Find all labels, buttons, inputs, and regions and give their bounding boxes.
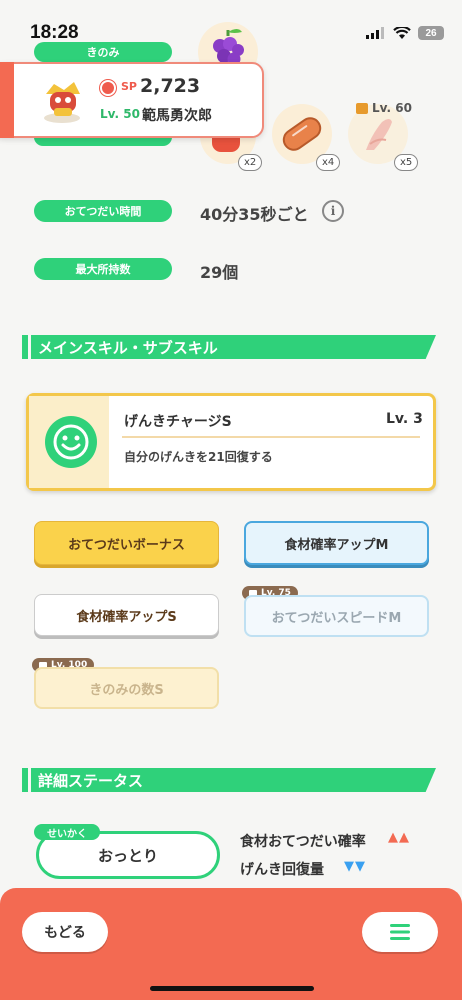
pokemon-sprite-icon [44, 82, 80, 123]
sub-skill-berry-finding-s[interactable]: きのみの数S [34, 667, 219, 709]
status-icons: 26 [366, 26, 444, 40]
sub-skill-label: 食材確率アップS [76, 609, 177, 625]
ingredient-qty-3: x5 [394, 154, 419, 171]
sp-value: 2,723 [140, 75, 201, 97]
max-carry-value: 29個 [200, 263, 239, 282]
sub-skill-ingredient-finder-s[interactable]: 食材確率アップS [34, 594, 219, 636]
pokemon-card-stripe [0, 62, 14, 138]
sp-icon [100, 80, 116, 96]
main-skill-divider [122, 436, 420, 438]
help-time-value: 40分35秒ごと [200, 205, 309, 224]
wifi-icon [393, 26, 411, 39]
lock-icon [356, 102, 368, 114]
max-carry-label: 最大所持数 [34, 258, 172, 280]
stat-down-arrows: ▼▼ [344, 859, 366, 874]
pokemon-level: Lv. 50 [100, 107, 140, 121]
sub-skill-help-bonus[interactable]: おてつだいボーナス [34, 521, 219, 565]
pokemon-name: 範馬勇次郎 [142, 108, 212, 124]
ingredient-lock-level: Lv. 60 [372, 101, 412, 115]
back-label: もどる [44, 925, 86, 941]
back-button[interactable]: もどる [22, 912, 108, 952]
help-time-label: おてつだい時間 [34, 200, 172, 222]
main-skill-description: 自分のげんきを21回復する [124, 450, 273, 464]
stat-label-up: 食材おてつだい確率 [240, 834, 366, 850]
nature-tag: せいかく [34, 824, 100, 840]
main-skill-level: Lv. 3 [386, 411, 423, 427]
sp-label: SP [121, 80, 137, 93]
battery-icon: 26 [418, 26, 444, 40]
stat-label-down: げんき回復量 [240, 862, 324, 878]
signal-icon [366, 27, 384, 39]
stat-up-arrows: ▲▲ [388, 830, 410, 845]
details-section-title: 詳細ステータス [38, 771, 144, 790]
sub-skill-ingredient-finder-m[interactable]: 食材確率アップM [244, 521, 429, 565]
pokemon-avatar [34, 72, 90, 128]
ingredient-lock-3: Lv. 60 [356, 101, 412, 115]
sub-skill-label: おてつだいボーナス [68, 537, 185, 553]
details-section-header: 詳細ステータス [22, 768, 436, 792]
info-icon[interactable]: i [322, 200, 344, 222]
sub-skill-helping-speed-m[interactable]: おてつだいスピードM [244, 595, 429, 637]
status-time: 18:28 [30, 22, 79, 43]
main-skill-name: げんきチャージS [124, 414, 232, 430]
sub-skill-label: 食材確率アップM [284, 537, 389, 553]
home-indicator [150, 986, 314, 991]
ingredient-qty-2: x4 [316, 154, 341, 171]
berry-label: きのみ [34, 42, 172, 62]
skills-section-header: メインスキル・サブスキル [22, 335, 436, 359]
sub-skill-label: おてつだいスピードM [271, 610, 402, 626]
smiley-icon [45, 416, 97, 468]
nature-value: おっとり [97, 846, 158, 865]
sub-skill-label: きのみの数S [89, 682, 164, 698]
menu-icon [390, 924, 410, 940]
skills-section-title: メインスキル・サブスキル [38, 338, 218, 357]
ingredient-qty-1: x2 [238, 154, 263, 171]
menu-button[interactable] [362, 912, 438, 952]
